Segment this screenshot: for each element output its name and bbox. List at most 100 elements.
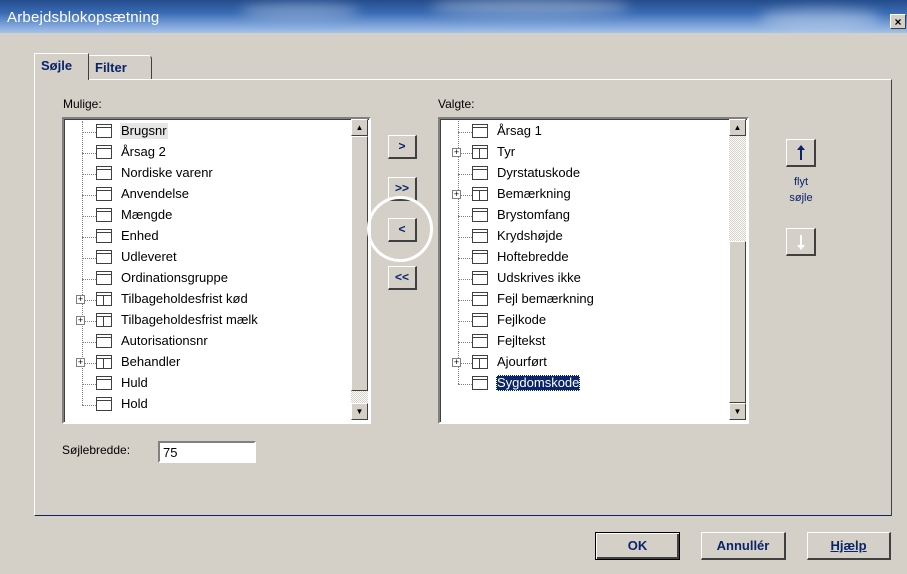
- expand-icon[interactable]: +: [452, 190, 461, 199]
- column-icon: [96, 208, 112, 222]
- column-icon: [472, 250, 488, 264]
- column-width-input[interactable]: 75: [158, 441, 256, 463]
- selected-columns-list[interactable]: Årsag 1 + Tyr Dyrstatuskode + Bemærkning Bryst…: [438, 117, 749, 424]
- expand-icon[interactable]: +: [452, 358, 461, 367]
- list-item[interactable]: Huld: [64, 373, 369, 394]
- cancel-button[interactable]: Annullér: [701, 532, 786, 560]
- tree-branch: [458, 384, 472, 385]
- list-item[interactable]: + Tyr: [440, 142, 747, 163]
- move-down-button[interactable]: [786, 228, 816, 256]
- list-item[interactable]: Fejlkode: [440, 310, 747, 331]
- column-group-icon: [96, 313, 112, 327]
- list-item-label: Mængde: [121, 207, 173, 222]
- move-up-button[interactable]: [786, 139, 816, 167]
- list-item-label: Hold: [121, 396, 148, 411]
- help-button[interactable]: Hjælp: [807, 532, 891, 560]
- list-item-label: Brystomfang: [497, 207, 570, 222]
- list-item[interactable]: Brystomfang: [440, 205, 747, 226]
- list-item[interactable]: Sygdomskode: [440, 373, 747, 394]
- tree-branch: [82, 384, 96, 385]
- tree-branch: [82, 195, 96, 196]
- list-item[interactable]: Anvendelse: [64, 184, 369, 205]
- available-columns-list[interactable]: Brugsnr Årsag 2 Nordiske varenr Anvendelse M…: [62, 117, 371, 424]
- list-item[interactable]: Nordiske varenr: [64, 163, 369, 184]
- column-icon: [472, 166, 488, 180]
- list-item-label: Brugsnr: [120, 123, 168, 139]
- list-item[interactable]: + Ajourført: [440, 352, 747, 373]
- list-item[interactable]: + Tilbageholdesfrist mælk: [64, 310, 369, 331]
- list-item[interactable]: Årsag 1: [440, 121, 747, 142]
- scroll-thumb[interactable]: [729, 241, 746, 403]
- scroll-down-button[interactable]: ▼: [729, 403, 746, 420]
- scroll-up-button[interactable]: ▲: [729, 119, 746, 136]
- list-item[interactable]: Autorisationsnr: [64, 331, 369, 352]
- list-item[interactable]: Dyrstatuskode: [440, 163, 747, 184]
- list-item-label: Tilbageholdesfrist mælk: [121, 312, 258, 327]
- tree-branch: [458, 321, 472, 322]
- tree-branch: [458, 279, 472, 280]
- list-item-label: Årsag 2: [121, 144, 166, 159]
- list-item[interactable]: Årsag 2: [64, 142, 369, 163]
- column-icon: [96, 397, 112, 411]
- expand-icon[interactable]: +: [76, 316, 85, 325]
- list-item[interactable]: Ordinationsgruppe: [64, 268, 369, 289]
- list-item[interactable]: Krydshøjde: [440, 226, 747, 247]
- list-item[interactable]: Hold: [64, 394, 369, 415]
- list-item[interactable]: Fejltekst: [440, 331, 747, 352]
- available-scrollbar[interactable]: ▲ ▼: [351, 119, 368, 420]
- arrow-up-icon: [796, 145, 805, 160]
- tab-filter[interactable]: Filter: [88, 55, 152, 79]
- list-item[interactable]: + Bemærkning: [440, 184, 747, 205]
- selected-label: Valgte:: [438, 97, 475, 111]
- list-item[interactable]: Brugsnr: [64, 121, 369, 142]
- list-item[interactable]: + Tilbageholdesfrist kød: [64, 289, 369, 310]
- selected-scrollbar[interactable]: ▲ ▼: [729, 119, 746, 420]
- tree-branch: [458, 342, 472, 343]
- arrow-down-icon: [796, 235, 805, 250]
- list-item[interactable]: Udleveret: [64, 247, 369, 268]
- list-item[interactable]: Mængde: [64, 205, 369, 226]
- add-column-button[interactable]: >: [388, 135, 417, 159]
- tree-branch: [82, 258, 96, 259]
- column-group-icon: [472, 145, 488, 159]
- column-icon: [472, 229, 488, 243]
- list-item[interactable]: + Behandler: [64, 352, 369, 373]
- expand-icon[interactable]: +: [76, 295, 85, 304]
- tree-branch: [82, 132, 96, 133]
- window-title: Arbejdsblokopsætning: [7, 9, 160, 26]
- column-icon: [96, 229, 112, 243]
- title-bar: Arbejdsblokopsætning ×: [0, 0, 907, 33]
- column-icon: [472, 334, 488, 348]
- ok-button[interactable]: OK: [595, 532, 680, 560]
- list-item[interactable]: Hoftebredde: [440, 247, 747, 268]
- tree-branch: [458, 132, 472, 133]
- scroll-thumb[interactable]: [351, 136, 368, 391]
- expand-icon[interactable]: +: [452, 148, 461, 157]
- list-item[interactable]: Enhed: [64, 226, 369, 247]
- list-item-label: Nordiske varenr: [121, 165, 213, 180]
- tree-branch: [458, 237, 472, 238]
- remove-all-columns-button[interactable]: <<: [388, 266, 417, 290]
- column-icon: [96, 271, 112, 285]
- list-item-label: Dyrstatuskode: [497, 165, 581, 180]
- scroll-down-button[interactable]: ▼: [351, 403, 368, 420]
- list-item-label: Behandler: [121, 354, 181, 369]
- tree-branch: [82, 153, 96, 154]
- column-group-icon: [96, 355, 112, 369]
- highlight-circle: [367, 196, 433, 262]
- list-item[interactable]: Udskrives ikke: [440, 268, 747, 289]
- tree-branch: [82, 237, 96, 238]
- column-icon: [96, 334, 112, 348]
- column-icon: [472, 292, 488, 306]
- list-item-label: Krydshøjde: [497, 228, 563, 243]
- scroll-up-button[interactable]: ▲: [351, 119, 368, 136]
- column-icon: [472, 376, 488, 390]
- expand-icon[interactable]: +: [76, 358, 85, 367]
- close-button[interactable]: ×: [890, 14, 906, 29]
- list-item-label: Fejl bemærkning: [497, 291, 594, 306]
- list-item-label: Årsag 1: [497, 123, 542, 138]
- list-item[interactable]: Fejl bemærkning: [440, 289, 747, 310]
- list-item-label: Hoftebredde: [497, 249, 569, 264]
- tab-soejle[interactable]: Søjle: [34, 53, 89, 80]
- list-item-label: Autorisationsnr: [121, 333, 208, 348]
